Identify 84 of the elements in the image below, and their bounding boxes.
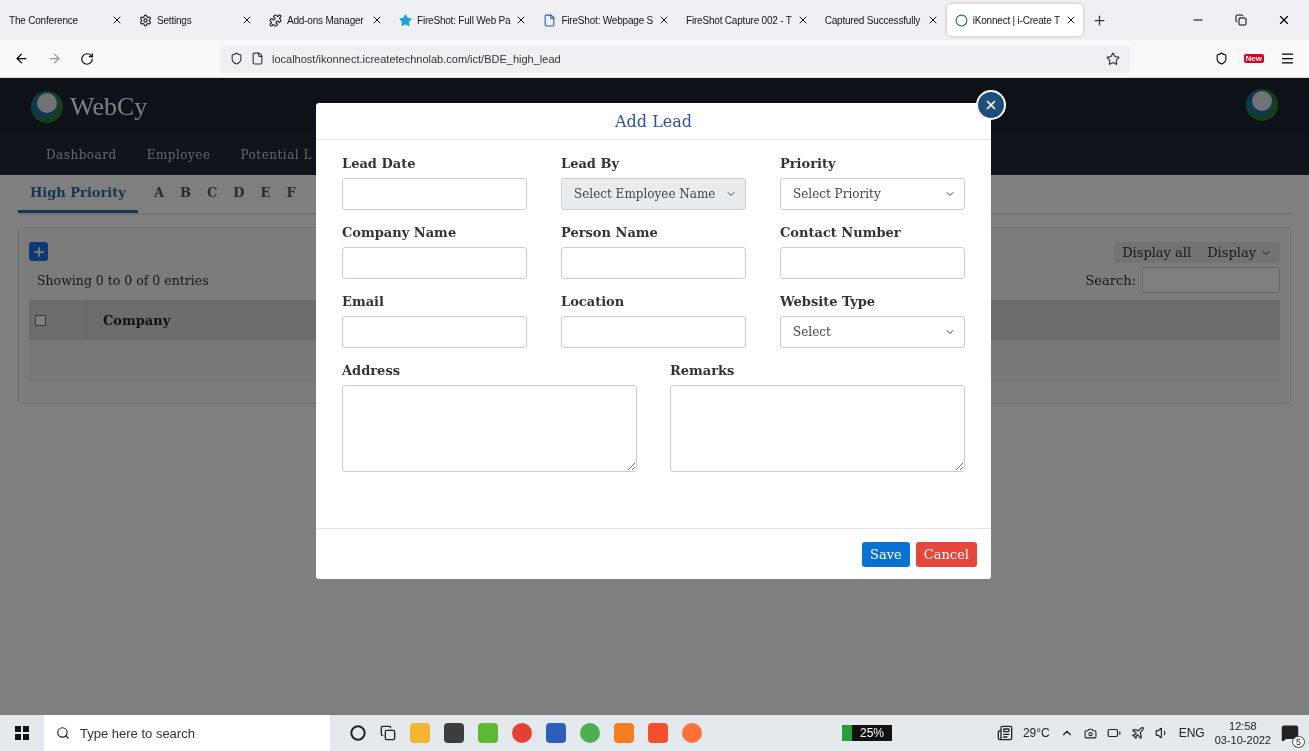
search-icon [56, 726, 70, 740]
dialog-button[interactable]: Save [862, 541, 910, 567]
search-field[interactable] [1142, 267, 1280, 293]
airplane-icon[interactable] [1130, 726, 1145, 740]
text-field[interactable] [561, 247, 746, 279]
cortana-icon[interactable] [350, 725, 366, 741]
select-field[interactable]: Select Priority [780, 178, 965, 210]
url-field[interactable]: localhost/ikonnect.icreatetechnolab.com/ict/BDE_high_lead [220, 44, 1130, 73]
field-label: Address [342, 363, 402, 378]
browser-tab[interactable]: Add-ons Manager [261, 4, 389, 36]
page-icon [543, 13, 557, 27]
filter-tab[interactable]: F [286, 175, 296, 213]
filter-tab[interactable]: E [260, 175, 271, 213]
text-field[interactable] [342, 178, 527, 210]
bookmark-star-icon[interactable] [1106, 51, 1120, 66]
close-icon[interactable] [371, 14, 383, 26]
text-field[interactable] [342, 247, 527, 279]
dialog-title: Add Lead [615, 111, 692, 131]
menu-icon[interactable] [1280, 51, 1295, 66]
close-icon[interactable] [111, 14, 123, 26]
gear-icon [139, 13, 152, 27]
filter-tab[interactable]: A [153, 175, 164, 213]
filter-tab[interactable]: C [206, 175, 218, 213]
search-field[interactable]: Type here to search [44, 715, 330, 751]
browser-tab[interactable]: Settings [131, 4, 259, 36]
field-label: Priority [780, 156, 837, 171]
field-label: Remarks [670, 363, 736, 378]
back-icon[interactable] [14, 51, 29, 66]
restore-icon[interactable] [1235, 14, 1247, 26]
field-label: Contact Number [780, 225, 902, 240]
text-field[interactable] [780, 247, 965, 279]
task-view-icon[interactable] [380, 725, 396, 741]
reload-icon[interactable] [80, 51, 94, 66]
new-badge[interactable]: New [1243, 54, 1264, 63]
battery-meter: 25% [842, 725, 893, 741]
display-dropdown-button[interactable]: Display [1199, 242, 1280, 263]
display-all-button[interactable]: Display all [1114, 242, 1200, 263]
plus-icon [31, 244, 46, 259]
field-label: Lead Date [342, 156, 417, 171]
brand-name: WebCy [70, 91, 148, 122]
globe-logo [30, 89, 64, 124]
dialog-button[interactable]: Cancel [915, 541, 977, 567]
star-icon [399, 13, 412, 27]
close-icon [984, 98, 998, 112]
puzzle-icon [269, 13, 282, 27]
page-icon [251, 52, 264, 65]
browser-tab[interactable]: Captured Successfully [816, 4, 945, 36]
forward-icon[interactable] [47, 51, 62, 66]
field-label: Email [342, 294, 385, 309]
close-icon[interactable] [241, 14, 253, 26]
browser-tab[interactable]: FireShot: Webpage S [535, 4, 677, 36]
filter-tab[interactable]: B [179, 175, 191, 213]
profile-avatar [1245, 87, 1279, 122]
notification-count: 5 [1292, 736, 1305, 748]
field-label: Lead By [561, 156, 621, 171]
column-header[interactable]: Company [87, 312, 171, 328]
select-all-checkbox[interactable] [35, 314, 46, 326]
shield-icon [230, 52, 243, 65]
browser-tab[interactable]: The Conference [1, 4, 129, 36]
language[interactable]: ENG [1178, 726, 1205, 740]
select-field[interactable]: Select [780, 316, 965, 348]
add-button[interactable] [29, 242, 48, 261]
text-field[interactable] [342, 316, 527, 348]
text-field[interactable] [561, 316, 746, 348]
battery-icon[interactable] [1106, 726, 1121, 740]
browser-tab[interactable]: iKonnect | i-Create T [946, 4, 1083, 36]
close-icon[interactable] [1277, 13, 1291, 27]
news-icon[interactable] [996, 725, 1013, 741]
clock-date[interactable]: 03-10-2022 [1214, 733, 1271, 747]
field-label: Location [561, 294, 626, 309]
field-label: Person Name [561, 225, 659, 240]
filter-tab[interactable]: D [233, 175, 245, 213]
field-label: Website Type [780, 294, 877, 309]
temperature[interactable]: 29°C [1022, 726, 1050, 740]
browser-tab[interactable]: FireShot: Full Web Pa [391, 4, 534, 36]
new-tab-icon[interactable] [1091, 12, 1107, 28]
windows-start-icon[interactable] [15, 726, 29, 740]
browser-tab[interactable]: FireShot Capture 002 - T [678, 4, 815, 36]
camera-icon[interactable] [1083, 726, 1097, 740]
search-label: Search: [1085, 272, 1136, 288]
entries-info: Showing 0 to 0 of 0 entries [37, 273, 209, 288]
field-label: Company Name [342, 225, 458, 240]
clock-time[interactable]: 12:58 [1229, 719, 1257, 733]
globe-icon [954, 13, 968, 27]
